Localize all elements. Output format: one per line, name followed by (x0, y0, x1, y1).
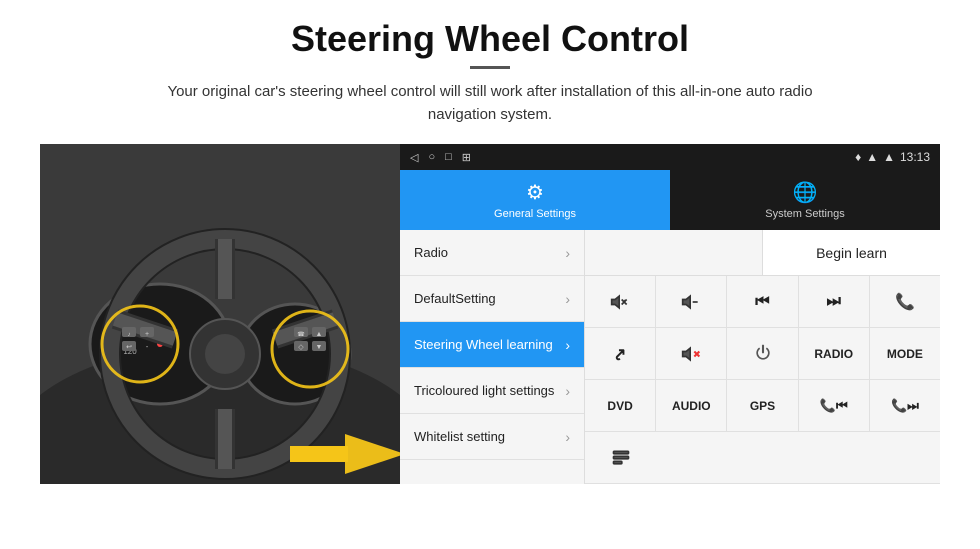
clock: 13:13 (900, 150, 930, 164)
tab-general-label: General Settings (494, 208, 576, 220)
prev-icon: ⏮ (755, 293, 769, 311)
wifi-icon: ▲ (866, 150, 878, 164)
radio-button[interactable]: RADIO (799, 328, 870, 379)
location-icon: ♦ (855, 150, 861, 164)
svg-text:-: - (694, 298, 696, 304)
menu-steering-label: Steering Wheel learning (414, 337, 553, 352)
menu-item-radio[interactable]: Radio › (400, 230, 584, 276)
dvd-label: DVD (607, 399, 632, 413)
chevron-icon: › (565, 429, 570, 445)
phone-icon: 📞 (895, 292, 915, 312)
tel-next-icon: 📞⏭ (891, 398, 919, 414)
menu-item-tricoloured[interactable]: Tricoloured light settings › (400, 368, 584, 414)
chevron-icon: › (565, 383, 570, 399)
status-bar: ◁ ○ □ ⊞ ♦ ▲ ▲ 13:13 (400, 144, 940, 170)
chevron-icon: › (565, 337, 570, 353)
svg-text:▲: ▲ (316, 331, 323, 338)
menu-item-defaultsetting[interactable]: DefaultSetting › (400, 276, 584, 322)
main-area: Radio › DefaultSetting › Steering Wheel … (400, 230, 940, 484)
next-track-button[interactable]: ⏭ (799, 276, 870, 327)
content-row: 120 (40, 144, 940, 484)
begin-learn-button[interactable]: Begin learn (763, 230, 940, 275)
hangup-icon: ↩ (608, 342, 632, 366)
signal-icon: ▲ (883, 150, 895, 164)
vol-up-button[interactable]: + (585, 276, 656, 327)
mute-button[interactable] (656, 328, 727, 379)
mode-label: MODE (887, 347, 923, 361)
chevron-icon: › (565, 245, 570, 261)
controls-row-2: ↩ (585, 328, 940, 380)
controls-row-1: + - ⏮ (585, 276, 940, 328)
page-title: Steering Wheel Control (291, 18, 689, 60)
title-divider (470, 66, 510, 69)
audio-label: AUDIO (672, 399, 711, 413)
empty-input-box (585, 230, 763, 275)
cast-btn[interactable]: ⊞ (462, 151, 471, 164)
tab-system-label: System Settings (765, 208, 844, 220)
tel-next-button[interactable]: 📞⏭ (870, 380, 940, 431)
page-subtitle: Your original car's steering wheel contr… (140, 81, 840, 126)
power-button[interactable] (727, 328, 798, 379)
radio-label: RADIO (814, 347, 853, 361)
tab-bar: ⚙ General Settings 🌐 System Settings (400, 170, 940, 230)
controls-row-4 (585, 432, 940, 484)
chevron-icon: › (565, 291, 570, 307)
svg-text:+: + (145, 331, 149, 338)
svg-text:☎: ☎ (297, 331, 305, 338)
status-bar-nav: ◁ ○ □ ⊞ (410, 151, 471, 164)
steering-wheel-image: 120 (40, 144, 400, 484)
svg-text:◇: ◇ (298, 344, 304, 351)
svg-text:▼: ▼ (316, 344, 323, 351)
nav-recent[interactable]: □ (445, 151, 452, 163)
hang-up-button[interactable]: ↩ (585, 328, 656, 379)
phone-button[interactable]: 📞 (870, 276, 940, 327)
controls-panel: Begin learn + (585, 230, 940, 484)
controls-grid: + - ⏮ (585, 276, 940, 484)
status-bar-info: ♦ ▲ ▲ 13:13 (855, 150, 930, 164)
svg-text:+: + (623, 298, 627, 304)
menu-whitelist-label: Whitelist setting (414, 429, 505, 444)
general-settings-icon: ⚙ (526, 180, 544, 205)
svg-text:↩: ↩ (126, 344, 132, 351)
menu-radio-label: Radio (414, 245, 448, 260)
tel-prev-icon: 📞⏮ (820, 398, 848, 414)
prev-track-button[interactable]: ⏮ (727, 276, 798, 327)
mode-button[interactable]: MODE (870, 328, 940, 379)
gps-label: GPS (750, 399, 775, 413)
android-panel: ◁ ○ □ ⊞ ♦ ▲ ▲ 13:13 ⚙ General Settings (400, 144, 940, 484)
system-settings-icon: 🌐 (793, 180, 818, 205)
dvd-button[interactable]: DVD (585, 380, 656, 431)
gps-button[interactable]: GPS (727, 380, 798, 431)
menu-defaultsetting-label: DefaultSetting (414, 291, 496, 306)
controls-row-3: DVD AUDIO GPS 📞⏮ (585, 380, 940, 432)
menu-list: Radio › DefaultSetting › Steering Wheel … (400, 230, 585, 484)
svg-text:♪: ♪ (128, 332, 131, 338)
vol-down-button[interactable]: - (656, 276, 727, 327)
menu-item-steering[interactable]: Steering Wheel learning › (400, 322, 584, 368)
next-icon: ⏭ (827, 293, 841, 311)
tel-prev-button[interactable]: 📞⏮ (799, 380, 870, 431)
nav-back[interactable]: ◁ (410, 151, 418, 164)
nav-home[interactable]: ○ (428, 151, 435, 163)
audio-button[interactable]: AUDIO (656, 380, 727, 431)
tab-system[interactable]: 🌐 System Settings (670, 170, 940, 230)
controls-top: Begin learn (585, 230, 940, 276)
menu-tricoloured-label: Tricoloured light settings (414, 383, 554, 398)
page-container: Steering Wheel Control Your original car… (0, 0, 980, 549)
tab-general[interactable]: ⚙ General Settings (400, 170, 670, 230)
menu-item-whitelist[interactable]: Whitelist setting › (400, 414, 584, 460)
menu-extra-button[interactable] (585, 432, 656, 483)
